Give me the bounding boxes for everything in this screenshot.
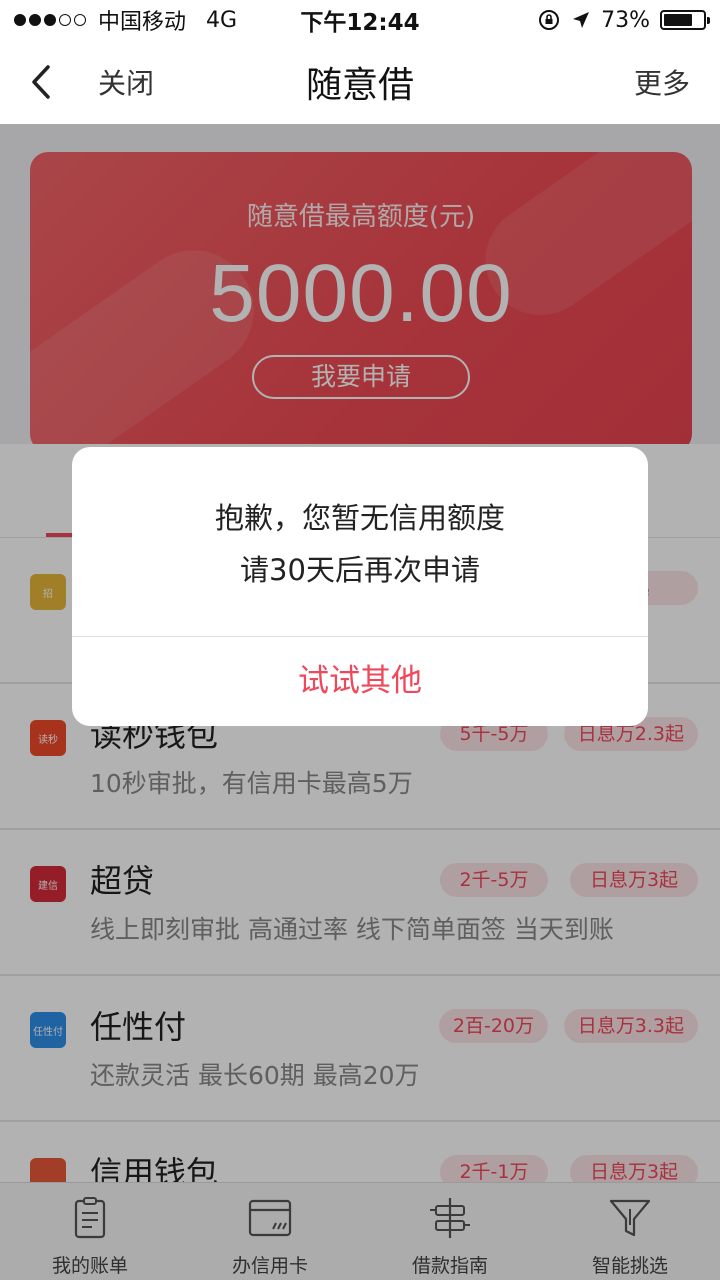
dialog-message-line2: 请30天后再次申请 bbox=[240, 552, 480, 587]
back-button[interactable] bbox=[30, 62, 60, 102]
carrier-name: 中国移动 bbox=[98, 10, 187, 35]
signal-strength-icon bbox=[14, 14, 86, 26]
dialog-message-line1: 抱歉，您暂无信用额度 bbox=[214, 500, 505, 535]
battery-level bbox=[664, 14, 692, 26]
status-time: 下午12:44 bbox=[300, 10, 420, 36]
location-arrow-icon bbox=[573, 12, 590, 28]
status-left: 中国移动 4G bbox=[14, 4, 274, 36]
network-type: 4G bbox=[206, 7, 238, 33]
status-bar: 中国移动 4G 下午12:44 73% bbox=[0, 0, 720, 40]
close-button[interactable]: 关闭 bbox=[98, 62, 154, 102]
battery-percent: 73% bbox=[601, 7, 650, 33]
battery-icon bbox=[660, 10, 710, 30]
status-right: 73% bbox=[446, 7, 710, 33]
nav-bar: 关闭 随意借 更多 bbox=[0, 40, 720, 124]
rotation-lock-icon bbox=[539, 10, 560, 30]
dialog-message: 抱歉，您暂无信用额度 请30天后再次申请 bbox=[72, 447, 648, 637]
more-button[interactable]: 更多 bbox=[634, 62, 690, 102]
chevron-left-icon bbox=[32, 65, 50, 99]
try-others-button[interactable]: 试试其他 bbox=[72, 637, 648, 725]
alert-dialog: 抱歉，您暂无信用额度 请30天后再次申请 试试其他 bbox=[72, 447, 648, 726]
